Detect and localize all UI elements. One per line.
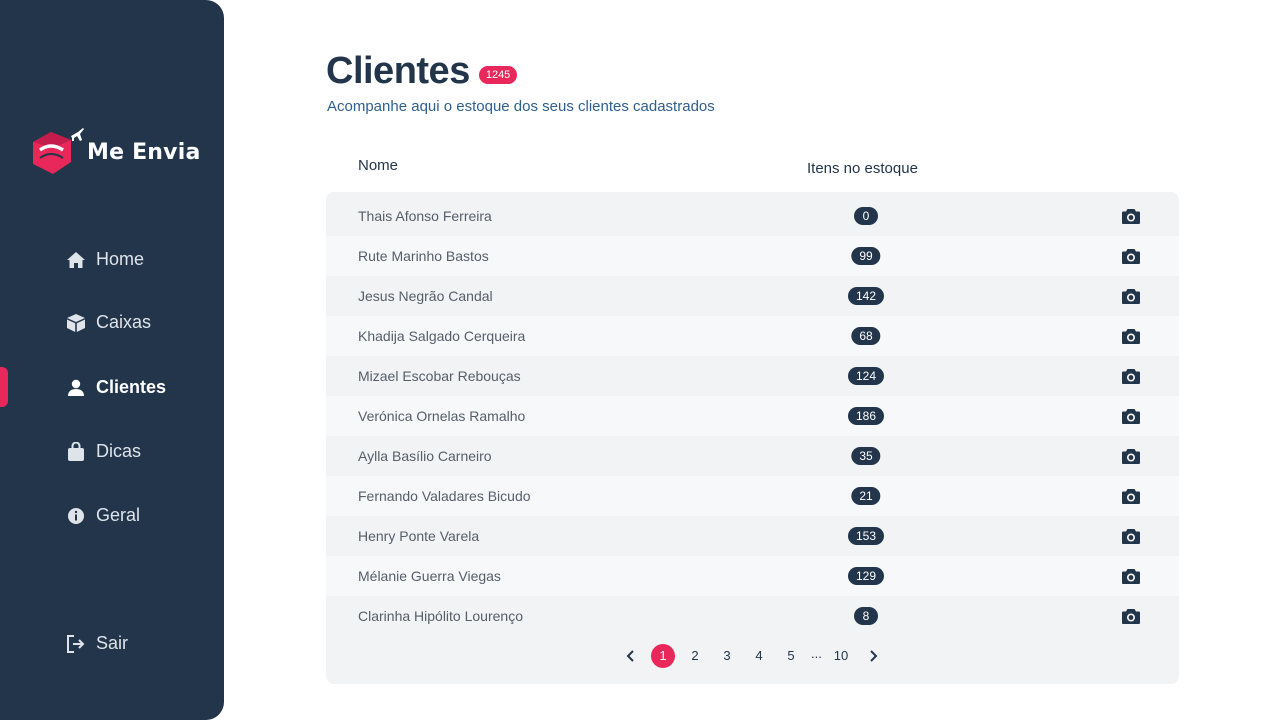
client-name: Fernando Valadares Bicudo bbox=[358, 488, 531, 504]
client-name: Henry Ponte Varela bbox=[358, 528, 480, 544]
table-row[interactable]: Mélanie Guerra Viegas 129 bbox=[326, 556, 1179, 596]
stock-count-badge: 124 bbox=[847, 367, 885, 385]
nav-label-dicas: Dicas bbox=[96, 441, 142, 461]
page-ellipsis: ... bbox=[811, 646, 822, 661]
table-row[interactable]: Khadija Salgado Cerqueira 68 bbox=[326, 316, 1179, 356]
page-subtitle: Acompanhe aqui o estoque dos seus client… bbox=[327, 98, 715, 115]
client-name: Thais Afonso Ferreira bbox=[358, 208, 492, 224]
client-name: Aylla Basílio Carneiro bbox=[358, 448, 492, 464]
stock-count-badge: 0 bbox=[854, 207, 878, 225]
camera-icon[interactable] bbox=[1121, 407, 1141, 425]
box-icon bbox=[66, 313, 86, 333]
camera-icon[interactable] bbox=[1121, 367, 1141, 385]
logout-button[interactable]: Sair bbox=[66, 633, 128, 654]
box-plane-logo-icon bbox=[31, 128, 87, 176]
table-row[interactable]: Rute Marinho Bastos 99 bbox=[326, 236, 1179, 276]
camera-icon[interactable] bbox=[1121, 487, 1141, 505]
brand-name: Me Envia bbox=[87, 139, 201, 165]
client-count-badge: 1245 bbox=[478, 65, 518, 84]
clients-table: Thais Afonso Ferreira 0 Rute Marinho Basto… bbox=[326, 192, 1179, 684]
column-header-itens: Itens no estoque bbox=[807, 160, 918, 177]
camera-icon[interactable] bbox=[1121, 287, 1141, 305]
prev-page-icon[interactable] bbox=[623, 648, 639, 664]
next-page-icon[interactable] bbox=[865, 648, 881, 664]
page-button-5[interactable]: 5 bbox=[779, 644, 803, 668]
user-icon bbox=[66, 378, 86, 398]
nav-item-caixas[interactable]: Caixas bbox=[66, 312, 151, 333]
table-row[interactable]: Henry Ponte Varela 153 bbox=[326, 516, 1179, 556]
stock-count-badge: 142 bbox=[847, 287, 885, 305]
page-button-1[interactable]: 1 bbox=[651, 644, 675, 668]
camera-icon[interactable] bbox=[1121, 207, 1141, 225]
nav-label-home: Home bbox=[96, 249, 145, 269]
nav-label-geral: Geral bbox=[96, 505, 141, 525]
nav-item-home[interactable]: Home bbox=[66, 249, 144, 270]
client-name: Rute Marinho Bastos bbox=[358, 248, 489, 264]
stock-count-badge: 8 bbox=[854, 607, 878, 625]
table-row[interactable]: Clarinha Hipólito Lourenço 8 bbox=[326, 596, 1179, 636]
main-content: Clientes 1245 Acompanhe aqui o estoque d… bbox=[326, 0, 1179, 720]
stock-count-badge: 153 bbox=[847, 527, 885, 545]
camera-icon[interactable] bbox=[1121, 527, 1141, 545]
client-name: Mélanie Guerra Viegas bbox=[358, 568, 501, 584]
client-name: Mizael Escobar Rebouças bbox=[358, 368, 521, 384]
logout-icon bbox=[66, 634, 86, 654]
stock-count-badge: 99 bbox=[851, 247, 881, 265]
camera-icon[interactable] bbox=[1121, 447, 1141, 465]
page-button-3[interactable]: 3 bbox=[715, 644, 739, 668]
client-name: Verónica Ornelas Ramalho bbox=[358, 408, 526, 424]
camera-icon[interactable] bbox=[1121, 607, 1141, 625]
page-button-2[interactable]: 2 bbox=[683, 644, 707, 668]
stock-count-badge: 129 bbox=[847, 567, 885, 585]
client-name: Khadija Salgado Cerqueira bbox=[358, 328, 526, 344]
client-name: Jesus Negrão Candal bbox=[358, 288, 493, 304]
camera-icon[interactable] bbox=[1121, 327, 1141, 345]
nav-label-clientes: Clientes bbox=[96, 377, 167, 397]
page-button-10[interactable]: 10 bbox=[829, 644, 853, 668]
title-row: Clientes 1245 bbox=[326, 50, 518, 93]
table-row[interactable]: Jesus Negrão Candal 142 bbox=[326, 276, 1179, 316]
table-row[interactable]: Fernando Valadares Bicudo 21 bbox=[326, 476, 1179, 516]
stock-count-badge: 68 bbox=[851, 327, 881, 345]
home-icon bbox=[66, 250, 86, 270]
page-button-4[interactable]: 4 bbox=[747, 644, 771, 668]
camera-icon[interactable] bbox=[1121, 247, 1141, 265]
nav-item-dicas[interactable]: Dicas bbox=[66, 441, 141, 462]
stock-count-badge: 35 bbox=[851, 447, 881, 465]
table-row[interactable]: Thais Afonso Ferreira 0 bbox=[326, 196, 1179, 236]
client-name: Clarinha Hipólito Lourenço bbox=[358, 608, 523, 624]
logout-label: Sair bbox=[96, 633, 129, 653]
nav-item-clientes[interactable]: Clientes bbox=[66, 377, 166, 398]
bag-icon bbox=[66, 441, 86, 462]
table-row[interactable]: Mizael Escobar Rebouças 124 bbox=[326, 356, 1179, 396]
nav-label-caixas: Caixas bbox=[96, 312, 152, 332]
nav-item-geral[interactable]: Geral bbox=[66, 505, 140, 526]
stock-count-badge: 21 bbox=[851, 487, 881, 505]
info-icon bbox=[66, 506, 86, 526]
page-title: Clientes bbox=[326, 50, 470, 92]
active-nav-indicator bbox=[0, 367, 8, 407]
camera-icon[interactable] bbox=[1121, 567, 1141, 585]
table-row[interactable]: Verónica Ornelas Ramalho 186 bbox=[326, 396, 1179, 436]
table-row[interactable]: Aylla Basílio Carneiro 35 bbox=[326, 436, 1179, 476]
sidebar: Me Envia Home Caixas Clientes Dicas Gera… bbox=[0, 0, 224, 720]
pagination: 1 2 3 4 5 ... 10 bbox=[326, 644, 1179, 668]
stock-count-badge: 186 bbox=[847, 407, 885, 425]
column-header-nome: Nome bbox=[358, 157, 399, 174]
brand-logo[interactable]: Me Envia bbox=[31, 128, 201, 176]
